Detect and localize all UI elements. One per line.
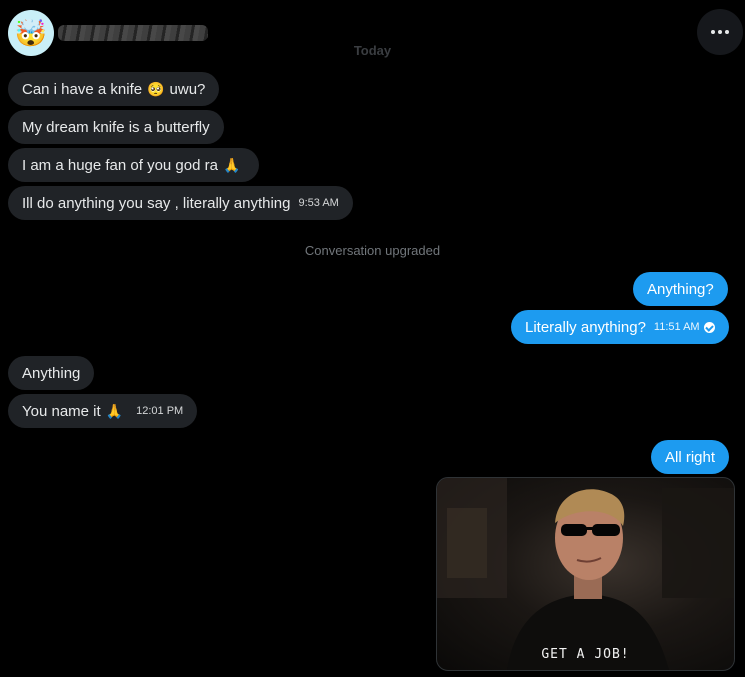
message-bubble-incoming[interactable]: You name it 🙏 12:01 PM bbox=[8, 394, 198, 428]
message-timestamp: 9:53 AM bbox=[298, 197, 339, 209]
more-horizontal-icon bbox=[711, 30, 729, 34]
message-bubble-incoming[interactable]: I am a huge fan of you god ra 🙏 bbox=[8, 148, 260, 182]
praying-hands-emoji: 🙏 bbox=[105, 402, 124, 419]
message-bubble-incoming[interactable]: My dream knife is a butterfly bbox=[8, 110, 224, 144]
seen-check-icon bbox=[703, 321, 715, 333]
message-bubble-outgoing[interactable]: All right bbox=[651, 440, 730, 474]
redacted-contact-name bbox=[58, 25, 208, 41]
message-text: Ill do anything you say , literally anyt… bbox=[22, 194, 291, 212]
day-separator: Today bbox=[353, 43, 392, 58]
message-text: You name it bbox=[22, 402, 101, 420]
message-text: My dream knife is a butterfly bbox=[22, 118, 210, 136]
message-text: Anything? bbox=[647, 280, 714, 298]
system-message: Conversation upgraded bbox=[304, 243, 441, 258]
dm-conversation: 🤯 Today Can i have a knife 🥺 uwu? My dre… bbox=[0, 0, 745, 677]
gif-caption: GET A JOB! bbox=[541, 647, 630, 662]
message-bubble-outgoing[interactable]: Literally anything? 11:51 AM bbox=[511, 310, 729, 344]
message-bubble-incoming[interactable]: Anything bbox=[8, 356, 95, 390]
pleading-face-emoji: 🥺 bbox=[147, 80, 165, 97]
message-text: I am a huge fan of you god ra bbox=[22, 156, 218, 174]
message-text: uwu? bbox=[169, 80, 206, 98]
message-bubble-incoming[interactable]: Can i have a knife 🥺 uwu? bbox=[8, 72, 220, 106]
message-text: Can i have a knife bbox=[22, 80, 143, 98]
message-text: Anything bbox=[22, 364, 81, 382]
message-bubble-outgoing[interactable]: Anything? bbox=[633, 272, 728, 306]
message-text: Literally anything? bbox=[525, 318, 646, 336]
message-timestamp: 12:01 PM bbox=[136, 405, 184, 417]
gif-attachment[interactable]: GET A JOB! bbox=[436, 477, 735, 671]
message-bubble-incoming[interactable]: Ill do anything you say , literally anyt… bbox=[8, 186, 353, 220]
praying-hands-emoji: 🙏 bbox=[222, 156, 241, 173]
message-timestamp: 11:51 AM bbox=[653, 321, 700, 333]
gif-person-illustration bbox=[437, 478, 734, 670]
message-text: All right bbox=[665, 448, 716, 466]
